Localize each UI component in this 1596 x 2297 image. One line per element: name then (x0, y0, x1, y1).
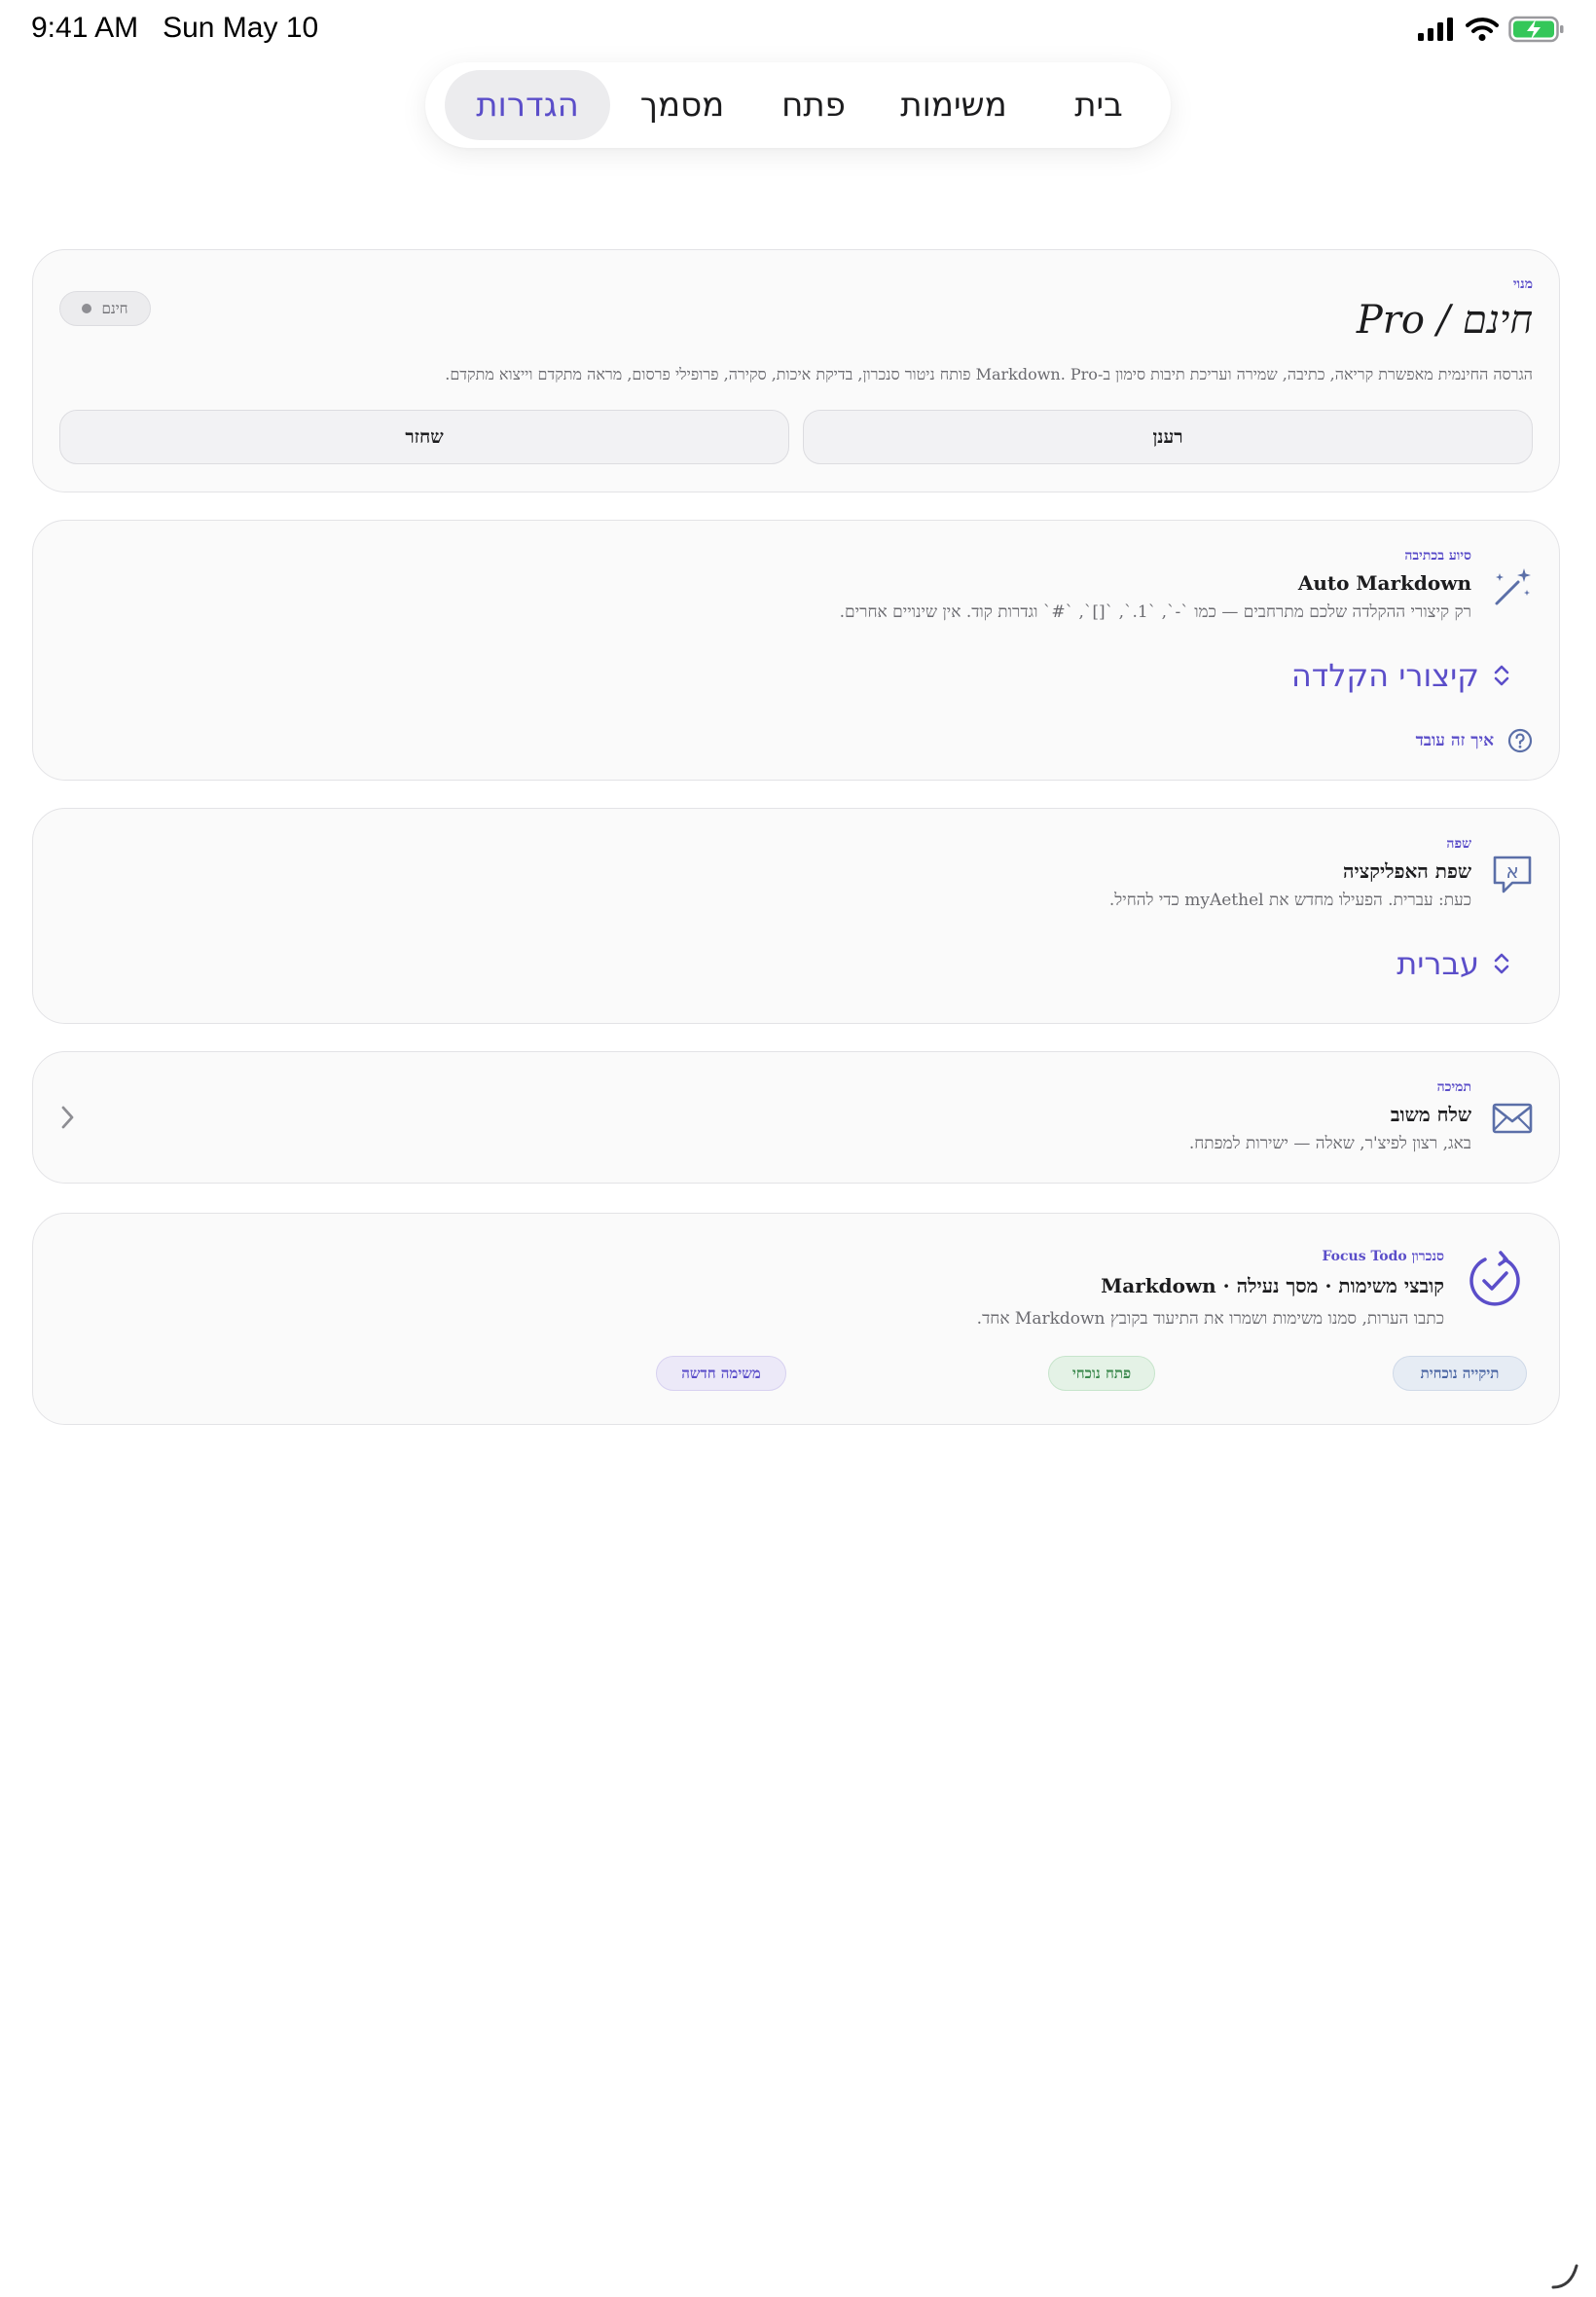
tab-open[interactable]: פתח (754, 70, 873, 140)
tab-bar: בית משימות פתח מסמך הגדרות (425, 62, 1171, 148)
hebrew-language-icon: א (1493, 856, 1532, 893)
refresh-button[interactable]: רענן (803, 410, 1533, 464)
support-eyebrow: תמיכה (1436, 1079, 1471, 1095)
chevron-up-down-icon (1494, 953, 1509, 974)
envelope-icon (1492, 1103, 1533, 1134)
feedback-card[interactable]: תמיכה שלח משוב באג, רצון לפיצ'ר, שאלה — … (32, 1051, 1560, 1184)
typing-shortcuts-picker[interactable]: קיצורי הקלדה (1291, 657, 1510, 694)
subscription-card: מנוי חינם / Pro הגרסה החינמית מאפשרת קרי… (32, 249, 1560, 492)
sync-eyebrow: סנכרון Focus Todo (1322, 1249, 1444, 1264)
status-icons (1417, 16, 1565, 43)
battery-charging-icon (1508, 16, 1564, 43)
sync-check-icon (1469, 1251, 1520, 1306)
writing-assist-eyebrow: סיוע בכתיבה (1404, 548, 1471, 564)
current-folder-chip[interactable]: תיקייה נוכחית (1393, 1356, 1527, 1391)
plan-status-badge: חינם (59, 291, 151, 326)
language-eyebrow: שפה (1446, 836, 1471, 852)
open-current-chip[interactable]: פתח נוכחי (1048, 1356, 1155, 1391)
language-description: כעת: עברית. הפעילו מחדש את myAethel כדי … (1108, 891, 1471, 910)
typing-shortcuts-value: קיצורי הקלדה (1290, 657, 1479, 694)
how-it-works-label: איך זה עובד (1415, 731, 1494, 750)
tab-tasks[interactable]: משימות (873, 70, 1034, 140)
svg-text:א: א (1505, 859, 1518, 883)
sync-title: קובצי משימות · מסך נעילה · Markdown (1101, 1274, 1444, 1297)
feedback-title: שלח משוב (1390, 1103, 1471, 1126)
tab-settings[interactable]: הגדרות (445, 70, 610, 140)
resize-handle-icon[interactable] (1549, 2258, 1582, 2291)
tab-home[interactable]: בית (1034, 70, 1163, 140)
wifi-icon (1466, 18, 1499, 41)
writing-assist-title: Auto Markdown (1297, 571, 1471, 595)
magic-wand-icon (1495, 568, 1531, 605)
tab-document[interactable]: מסמך (610, 70, 754, 140)
subscription-eyebrow: מנוי (1512, 276, 1533, 292)
feedback-description: באג, רצון לפיצ'ר, שאלה — ישירות למפתח. (1188, 1134, 1471, 1153)
question-circle-icon (1507, 728, 1533, 753)
new-task-chip[interactable]: משימה חדשה (656, 1356, 786, 1391)
status-time: 9:41 AM Sun May 10 (31, 12, 319, 44)
how-it-works-link[interactable]: איך זה עובד (1416, 728, 1533, 753)
cellular-signal-icon (1418, 18, 1453, 41)
language-value: עברית (1396, 945, 1479, 982)
status-bar: 9:41 AM Sun May 10 (0, 0, 1596, 62)
sync-description: כתבו הערות, סמנו משימות ושמרו את התיעוד … (976, 1309, 1444, 1329)
plan-badge-label: חינם (101, 299, 128, 317)
language-picker[interactable]: עברית (1396, 945, 1510, 982)
chevron-up-down-icon (1494, 665, 1509, 686)
status-dot-icon (82, 304, 92, 313)
writing-assist-card: סיוע בכתיבה Auto Markdown רק קיצורי ההקל… (32, 520, 1560, 781)
restore-button[interactable]: שחזר (59, 410, 789, 464)
language-card: א שפה שפת האפליקציה כעת: עברית. הפעילו מ… (32, 808, 1560, 1024)
subscription-title: חינם / Pro (1356, 298, 1533, 343)
writing-assist-description: רק קיצורי ההקלדה שלכם מתרחבים — כמו `-`,… (839, 602, 1471, 622)
focus-todo-sync-card: סנכרון Focus Todo קובצי משימות · מסך נעי… (32, 1213, 1560, 1425)
language-title: שפת האפליקציה (1343, 859, 1471, 883)
subscription-description: הגרסה החינמית מאפשרת קריאה, כתיבה, שמירה… (445, 365, 1533, 383)
chevron-right-icon (61, 1106, 74, 1129)
